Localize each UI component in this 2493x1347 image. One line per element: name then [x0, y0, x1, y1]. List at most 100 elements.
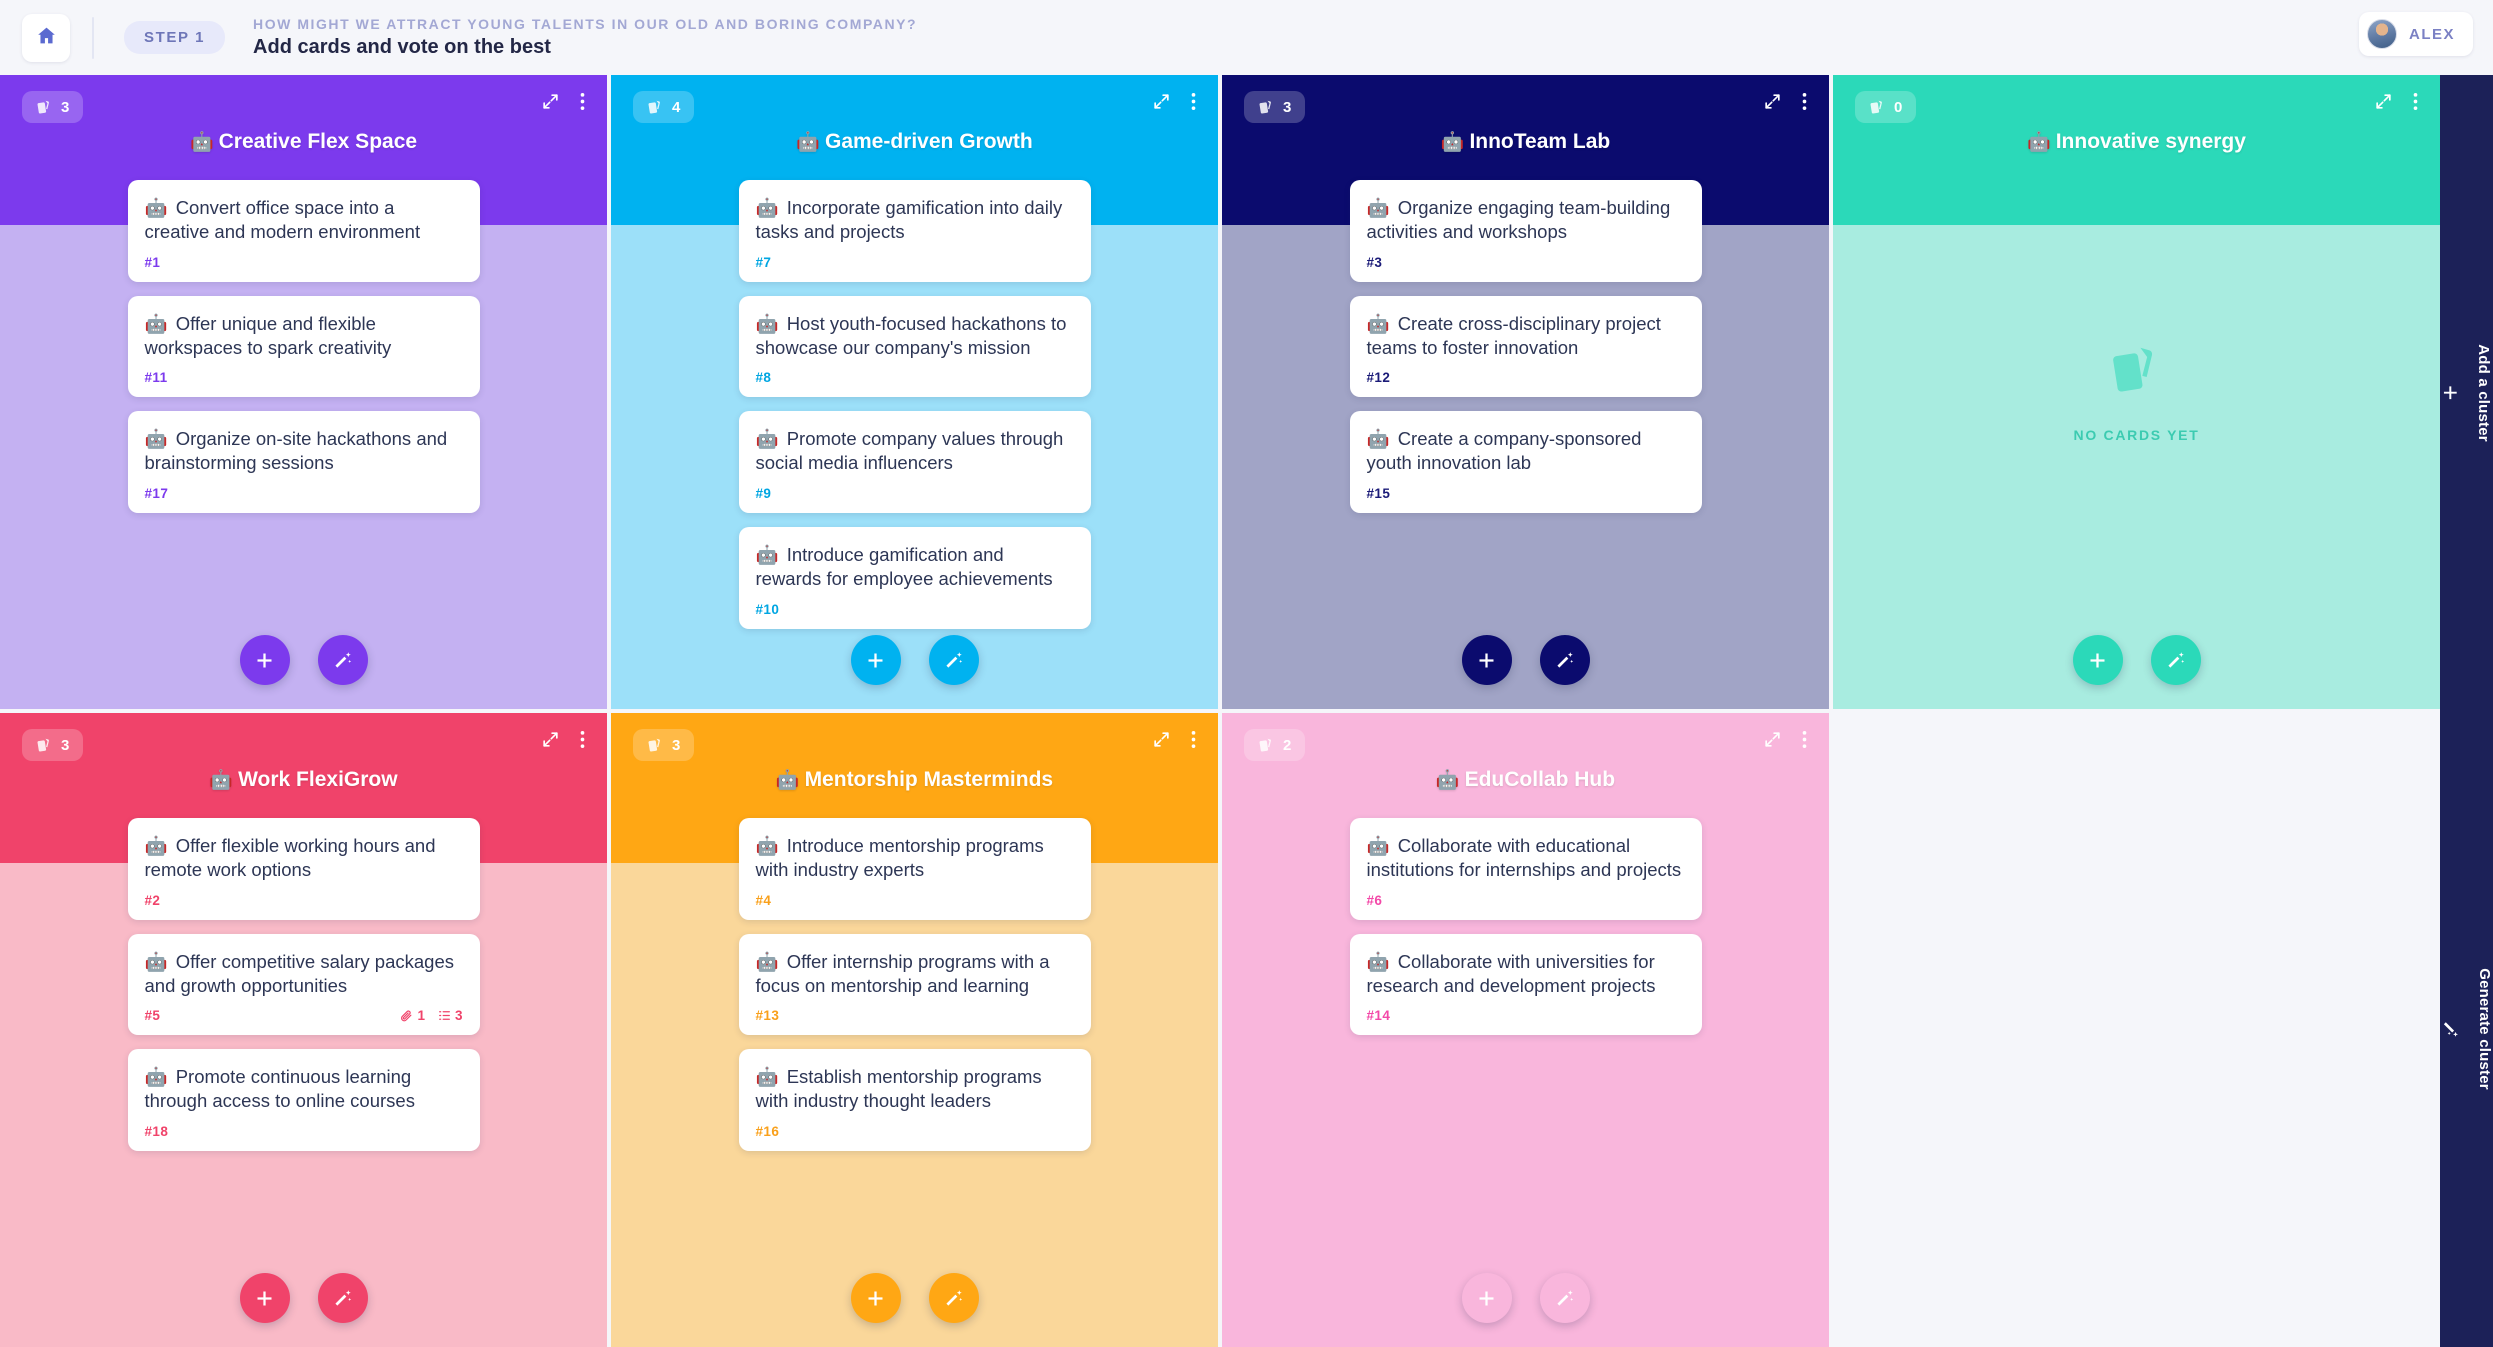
generate-cluster-label: Generate cluster: [2475, 968, 2493, 1090]
generate-card-button[interactable]: [928, 1273, 979, 1323]
idea-card[interactable]: 🤖 Organize on-site hackathons and brains…: [127, 411, 480, 514]
more-vertical-icon[interactable]: [1191, 729, 1196, 750]
cluster-card-count[interactable]: 3: [1244, 91, 1306, 123]
idea-card[interactable]: 🤖 Introduce gamification and rewards for…: [738, 527, 1091, 629]
generate-card-button[interactable]: [1539, 635, 1590, 685]
cluster-title: 🤖 EduCollab Hub: [1222, 768, 1829, 792]
more-vertical-icon[interactable]: [1191, 91, 1196, 112]
add-card-button[interactable]: [239, 1273, 290, 1323]
card-id: #4: [755, 892, 772, 908]
idea-card[interactable]: 🤖 Offer flexible working hours and remot…: [127, 818, 480, 920]
expand-icon[interactable]: [1152, 730, 1171, 749]
cluster-card-count[interactable]: 0: [1855, 91, 1917, 123]
user-menu[interactable]: ALEX: [2358, 12, 2473, 56]
card-text-value: Organize engaging team-building activiti…: [1366, 197, 1671, 242]
add-card-button[interactable]: [850, 635, 901, 685]
card-id: #7: [755, 254, 772, 270]
card-id: #18: [144, 1124, 169, 1140]
expand-icon[interactable]: [1763, 92, 1782, 111]
card-text-value: Collaborate with universities for resear…: [1366, 950, 1656, 996]
add-cluster-button[interactable]: Add a cluster: [2440, 75, 2493, 711]
idea-card[interactable]: 🤖 Offer unique and flexible workspaces t…: [127, 295, 480, 398]
add-card-button[interactable]: [1462, 1273, 1512, 1323]
card-text: 🤖 Organize engaging team-building activi…: [1367, 196, 1685, 244]
generate-card-button[interactable]: [317, 1273, 368, 1323]
card-text: 🤖 Convert office space into a creative a…: [145, 196, 463, 244]
generate-card-button[interactable]: [317, 635, 368, 685]
expand-icon[interactable]: [1763, 730, 1782, 749]
card-text-value: Introduce mentorship programs with indus…: [755, 835, 1044, 880]
expand-icon[interactable]: [541, 730, 560, 749]
cluster-title: 🤖 Creative Flex Space: [0, 130, 607, 154]
cluster-card-count[interactable]: 4: [633, 91, 695, 123]
idea-card[interactable]: 🤖 Create a company-sponsored youth innov…: [1349, 411, 1702, 514]
more-vertical-icon[interactable]: [1802, 91, 1807, 112]
more-vertical-icon[interactable]: [580, 729, 585, 750]
card-text-value: Offer internship programs with a focus o…: [755, 950, 1050, 996]
card-id: #9: [755, 486, 772, 502]
attachment-icon: [400, 1009, 413, 1022]
idea-card[interactable]: 🤖 Promote continuous learning through ac…: [127, 1049, 480, 1152]
idea-card[interactable]: 🤖 Host youth-focused hackathons to showc…: [738, 295, 1091, 398]
robot-icon: 🤖: [1366, 428, 1390, 450]
idea-card[interactable]: 🤖 Create cross-disciplinary project team…: [1349, 295, 1702, 398]
card-list: [1833, 180, 2440, 709]
more-vertical-icon[interactable]: [2413, 91, 2418, 112]
card-id: #2: [144, 892, 161, 908]
expand-icon[interactable]: [541, 92, 560, 111]
robot-icon: 🤖: [1440, 132, 1465, 153]
magic-wand-icon: [943, 650, 964, 671]
add-card-button[interactable]: [2072, 635, 2123, 685]
idea-card[interactable]: 🤖 Organize engaging team-building activi…: [1349, 180, 1702, 282]
card-list: 🤖 Introduce mentorship programs with ind…: [611, 818, 1218, 1347]
cluster-title: 🤖 InnoTeam Lab: [1222, 130, 1829, 154]
idea-card[interactable]: 🤖 Establish mentorship programs with ind…: [738, 1049, 1091, 1152]
generate-card-button[interactable]: [1540, 1273, 1590, 1323]
idea-card[interactable]: 🤖 Incorporate gamification into daily ta…: [738, 180, 1091, 282]
cluster-card-count[interactable]: 3: [22, 729, 84, 761]
generate-card-button[interactable]: [2150, 635, 2201, 685]
plus-icon: [2442, 385, 2459, 402]
magic-wand-icon: [1554, 650, 1575, 671]
card-text-value: Offer flexible working hours and remote …: [144, 835, 436, 880]
magic-wand-icon: [1554, 1288, 1575, 1309]
card-text: 🤖 Offer flexible working hours and remot…: [145, 834, 463, 882]
add-card-button[interactable]: [850, 1273, 901, 1323]
cluster-title-text: Game-driven Growth: [824, 130, 1033, 153]
add-card-button[interactable]: [1461, 635, 1512, 685]
idea-card[interactable]: 🤖 Collaborate with universities for rese…: [1349, 933, 1702, 1036]
expand-icon[interactable]: [1152, 92, 1171, 111]
idea-card[interactable]: 🤖 Promote company values through social …: [738, 411, 1091, 514]
idea-card[interactable]: 🤖 Convert office space into a creative a…: [127, 180, 480, 282]
expand-icon[interactable]: [2374, 92, 2393, 111]
robot-icon: 🤖: [1366, 312, 1390, 334]
checklist-icon: [438, 1009, 451, 1022]
card-badge-value: 3: [454, 1008, 463, 1024]
cluster-card-count[interactable]: 2: [1244, 729, 1306, 761]
generate-cluster-button[interactable]: Generate cluster: [2440, 711, 2493, 1347]
cluster-title: 🤖 Mentorship Masterminds: [611, 768, 1218, 792]
plus-icon: [254, 650, 275, 671]
robot-icon: 🤖: [1366, 835, 1390, 856]
more-vertical-icon[interactable]: [1802, 729, 1807, 750]
cluster-card-count[interactable]: 3: [633, 729, 695, 761]
card-text: 🤖 Promote continuous learning through ac…: [145, 1065, 463, 1113]
cluster: 3 🤖 Mentorship Masterminds 🤖 Introduce ment…: [611, 713, 1218, 1347]
more-vertical-icon[interactable]: [580, 91, 585, 112]
card-id: #12: [1366, 370, 1391, 386]
idea-card[interactable]: 🤖 Offer competitive salary packages and …: [127, 933, 480, 1036]
idea-card[interactable]: 🤖 Collaborate with educational instituti…: [1349, 818, 1702, 920]
add-card-button[interactable]: [239, 635, 290, 685]
cluster-card-count[interactable]: 3: [22, 91, 84, 123]
card-badge: 1: [400, 1008, 425, 1023]
idea-card[interactable]: 🤖 Introduce mentorship programs with ind…: [738, 818, 1091, 920]
home-button[interactable]: [22, 13, 70, 62]
idea-card[interactable]: 🤖 Offer internship programs with a focus…: [738, 933, 1091, 1036]
card-text: 🤖 Offer internship programs with a focus…: [756, 950, 1074, 998]
home-icon: [36, 25, 57, 51]
cluster-title: 🤖 Work FlexiGrow: [0, 768, 607, 792]
cluster-card-count-value: 3: [61, 736, 70, 754]
card-text-value: Promote continuous learning through acce…: [144, 1066, 415, 1112]
card-badge: 3: [438, 1008, 463, 1023]
generate-card-button[interactable]: [928, 635, 979, 685]
